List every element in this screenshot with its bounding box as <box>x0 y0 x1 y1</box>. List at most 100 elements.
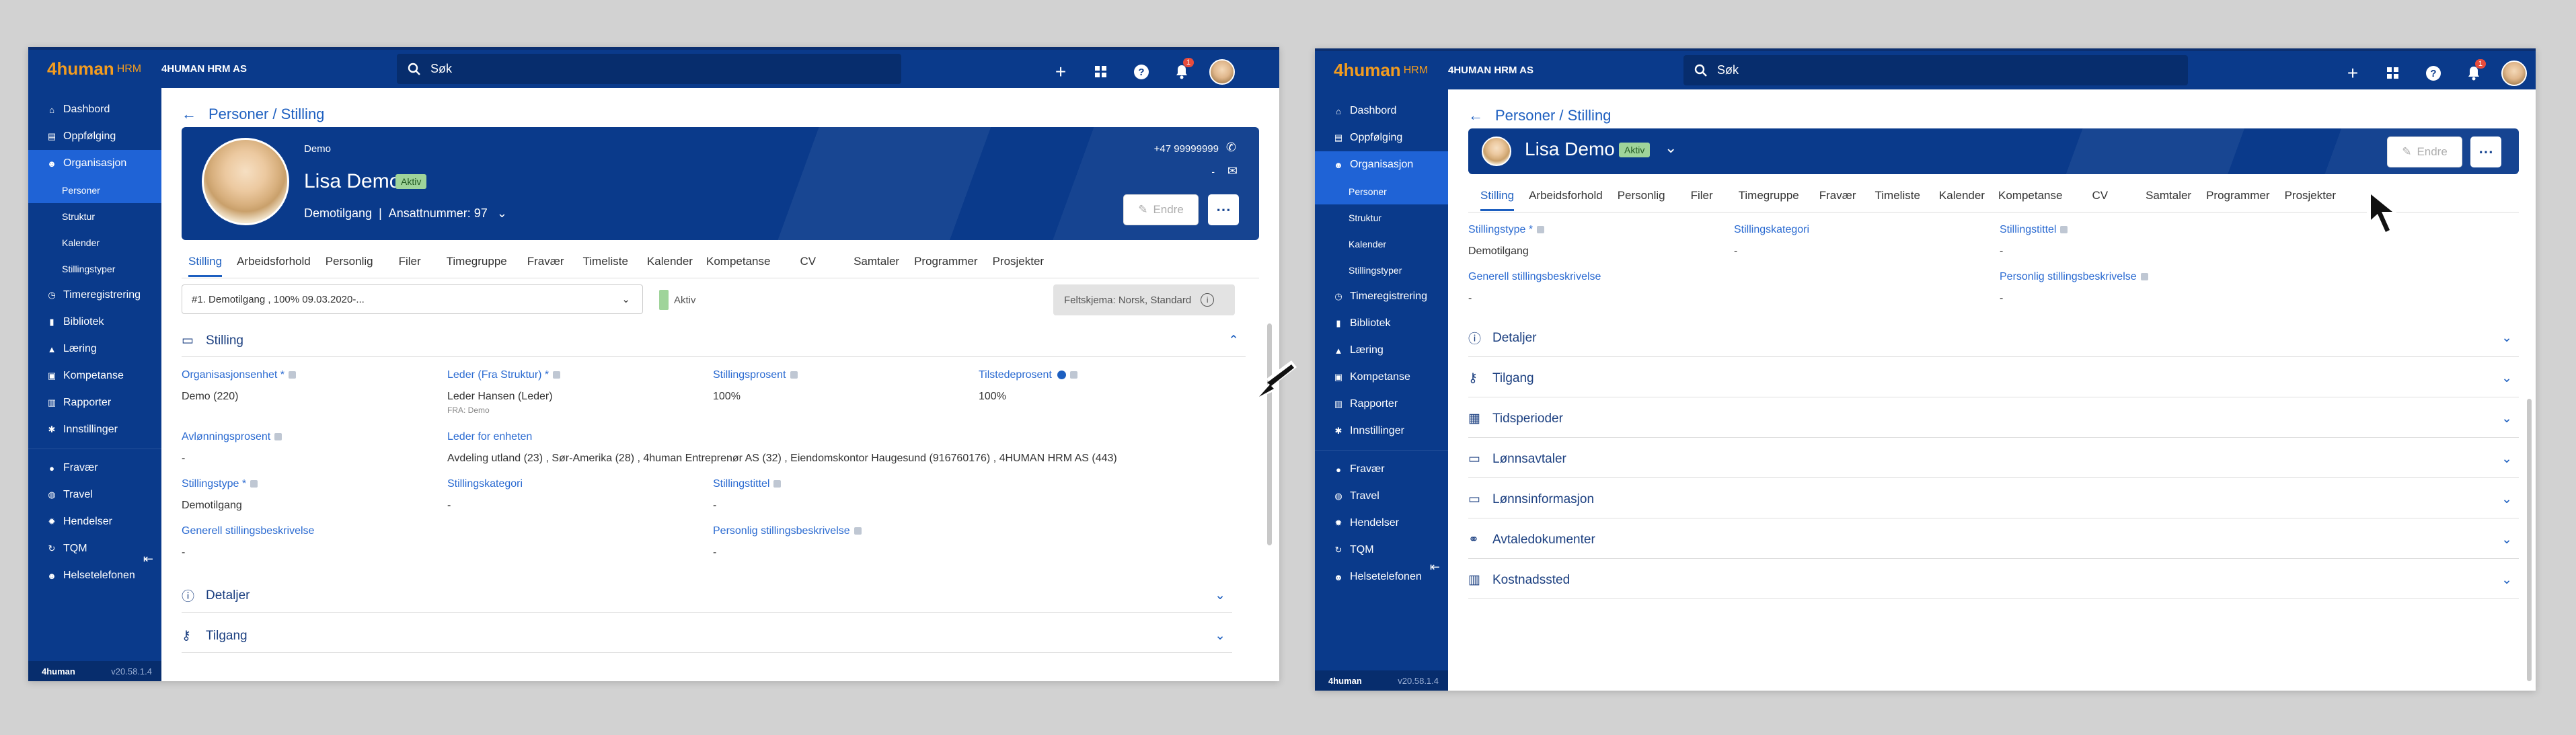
sidebar-sub-struktur[interactable]: Struktur <box>28 203 161 229</box>
sidebar-sub-kalender[interactable]: Kalender <box>28 229 161 256</box>
apps-grid-icon[interactable] <box>1081 66 1121 78</box>
chevron-down-icon[interactable]: ⌄ <box>1665 139 1677 157</box>
tab-timegruppe[interactable]: Timegruppe <box>447 255 507 277</box>
more-options-button[interactable]: ⋯ <box>2470 137 2501 167</box>
accordion-tidsperioder[interactable]: ▦ Tidsperioder ⌄ <box>1468 400 2519 438</box>
sidebar-item-bibliotek[interactable]: ▮ Bibliotek <box>28 309 161 336</box>
more-options-button[interactable]: ⋯ <box>1208 194 1239 225</box>
info-icon[interactable]: i <box>1201 293 1215 307</box>
tab-personlig[interactable]: Personlig <box>1618 189 1665 211</box>
tab-filer[interactable]: Filer <box>399 255 421 277</box>
accordion-lonnsinformasjon[interactable]: ▭ Lønnsinformasjon ⌄ <box>1468 481 2519 518</box>
help-icon[interactable]: ? <box>2413 66 2454 81</box>
tab-prosjekter[interactable]: Prosjekter <box>2285 189 2337 211</box>
breadcrumb-text[interactable]: Personer / Stilling <box>209 106 324 123</box>
sidebar-item-organisasjon[interactable]: ☻ Organisasjon <box>1315 151 1448 178</box>
accordion-avtaledokumenter[interactable]: ⚭ Avtaledokumenter ⌄ <box>1468 521 2519 559</box>
tab-programmer[interactable]: Programmer <box>914 255 977 277</box>
accordion-detaljer[interactable]: ⓘ Detaljer ⌄ <box>1468 319 2519 357</box>
add-icon[interactable]: + <box>2333 63 2373 84</box>
tab-arbeidsforhold[interactable]: Arbeidsforhold <box>1529 189 1603 211</box>
back-arrow-icon[interactable]: ← <box>1468 107 1483 124</box>
tab-fravaer[interactable]: Fravær <box>1819 189 1856 211</box>
sidebar-item-timeregistrering[interactable]: ◷ Timeregistrering <box>28 282 161 309</box>
sidebar-sub-struktur[interactable]: Struktur <box>1315 204 1448 231</box>
collapse-sidebar-icon[interactable]: ⇤ <box>143 552 153 566</box>
apps-grid-icon[interactable] <box>2373 67 2413 79</box>
sidebar-item-fravaer[interactable]: ● Fravær <box>1315 456 1448 483</box>
sidebar-item-dashbord[interactable]: ⌂ Dashbord <box>28 96 161 123</box>
sidebar-item-helsetelefonen[interactable]: ☻ Helsetelefonen <box>28 562 161 589</box>
sidebar-item-organisasjon[interactable]: ☻ Organisasjon <box>28 150 161 177</box>
sidebar-sub-personer[interactable]: Personer <box>1315 178 1448 204</box>
sidebar-item-timeregistrering[interactable]: ◷ Timeregistrering <box>1315 283 1448 310</box>
sidebar-item-hendelser[interactable]: ✹ Hendelser <box>1315 510 1448 537</box>
tab-personlig[interactable]: Personlig <box>326 255 373 277</box>
sidebar-item-oppfolging[interactable]: ▤ Oppfølging <box>1315 124 1448 151</box>
tab-cv[interactable]: CV <box>800 255 816 277</box>
tab-stilling[interactable]: Stilling <box>1480 189 1515 211</box>
tab-kompetanse[interactable]: Kompetanse <box>706 255 770 277</box>
sidebar-sub-stillingstyper[interactable]: Stillingstyper <box>28 256 161 282</box>
sidebar-item-travel[interactable]: ◍ Travel <box>1315 483 1448 510</box>
tab-arbeidsforhold[interactable]: Arbeidsforhold <box>237 255 311 277</box>
chevron-down-icon[interactable]: ⌄ <box>497 206 507 221</box>
sidebar-item-laering[interactable]: ▲ Læring <box>28 336 161 362</box>
tab-timegruppe[interactable]: Timegruppe <box>1739 189 1799 211</box>
tab-samtaler[interactable]: Samtaler <box>854 255 899 277</box>
sidebar-item-travel[interactable]: ◍ Travel <box>28 481 161 508</box>
tab-filer[interactable]: Filer <box>1691 189 1713 211</box>
accordion-detaljer[interactable]: ⓘ Detaljer ⌄ <box>182 579 1232 613</box>
tab-prosjekter[interactable]: Prosjekter <box>993 255 1045 277</box>
user-avatar[interactable] <box>1202 59 1242 85</box>
edit-button[interactable]: ✎ Endre <box>2387 137 2462 167</box>
app-logo[interactable]: 4human HRM <box>1315 60 1448 81</box>
sidebar-sub-kalender[interactable]: Kalender <box>1315 231 1448 257</box>
sidebar-item-innstillinger[interactable]: ✱ Innstillinger <box>1315 418 1448 444</box>
breadcrumb-text[interactable]: Personer / Stilling <box>1495 107 1611 124</box>
tab-timeliste[interactable]: Timeliste <box>583 255 628 277</box>
sidebar-item-dashbord[interactable]: ⌂ Dashbord <box>1315 98 1448 124</box>
info-icon[interactable] <box>1057 371 1066 380</box>
sidebar-item-tqm[interactable]: ↻ TQM <box>1315 537 1448 564</box>
tab-kalender[interactable]: Kalender <box>1939 189 1985 211</box>
bell-icon[interactable]: 1 <box>2454 59 2494 81</box>
envelope-icon[interactable]: ✉ <box>1227 164 1238 178</box>
section-stilling-header[interactable]: ▭ Stilling ⌃ <box>182 325 1246 357</box>
sidebar-item-hendelser[interactable]: ✹ Hendelser <box>28 508 161 535</box>
tab-timeliste[interactable]: Timeliste <box>1875 189 1920 211</box>
collapse-sidebar-icon[interactable]: ⇤ <box>1430 560 1440 574</box>
back-arrow-icon[interactable]: ← <box>182 106 196 123</box>
scrollbar[interactable] <box>2527 399 2532 681</box>
sidebar-item-kompetanse[interactable]: ▣ Kompetanse <box>1315 364 1448 391</box>
edit-button[interactable]: ✎ Endre <box>1123 194 1199 225</box>
tab-cv[interactable]: CV <box>2092 189 2108 211</box>
phone-icon[interactable]: ✆ <box>1226 141 1236 155</box>
sidebar-item-oppfolging[interactable]: ▤ Oppfølging <box>28 123 161 150</box>
tab-kompetanse[interactable]: Kompetanse <box>1998 189 2062 211</box>
sidebar-item-helsetelefonen[interactable]: ☻ Helsetelefonen <box>1315 564 1448 590</box>
sidebar-item-tqm[interactable]: ↻ TQM <box>28 535 161 562</box>
search-bar[interactable]: Søk <box>1683 55 2188 85</box>
tab-fravaer[interactable]: Fravær <box>527 255 564 277</box>
accordion-tilgang[interactable]: ⚷ Tilgang ⌄ <box>182 619 1232 653</box>
search-bar[interactable]: Søk <box>397 54 901 84</box>
add-icon[interactable]: + <box>1040 61 1081 83</box>
sidebar-item-fravaer[interactable]: ● Fravær <box>28 455 161 481</box>
accordion-tilgang[interactable]: ⚷ Tilgang ⌄ <box>1468 360 2519 397</box>
bell-icon[interactable]: 1 <box>1162 58 1202 79</box>
sidebar-sub-personer[interactable]: Personer <box>28 177 161 203</box>
user-avatar[interactable] <box>2494 61 2534 86</box>
sidebar-item-rapporter[interactable]: ▥ Rapporter <box>1315 391 1448 418</box>
accordion-kostnadssted[interactable]: ▥ Kostnadssted ⌄ <box>1468 562 2519 599</box>
tab-stilling[interactable]: Stilling <box>188 255 223 277</box>
sidebar-item-innstillinger[interactable]: ✱ Innstillinger <box>28 416 161 443</box>
accordion-lonnsavtaler[interactable]: ▭ Lønnsavtaler ⌄ <box>1468 440 2519 478</box>
sidebar-item-rapporter[interactable]: ▥ Rapporter <box>28 389 161 416</box>
sidebar-item-kompetanse[interactable]: ▣ Kompetanse <box>28 362 161 389</box>
help-icon[interactable]: ? <box>1121 65 1162 79</box>
tab-kalender[interactable]: Kalender <box>647 255 693 277</box>
app-logo[interactable]: 4human HRM <box>28 59 161 79</box>
sidebar-sub-stillingstyper[interactable]: Stillingstyper <box>1315 257 1448 283</box>
position-select[interactable]: #1. Demotilgang , 100% 09.03.2020-... ⌄ <box>182 284 643 314</box>
